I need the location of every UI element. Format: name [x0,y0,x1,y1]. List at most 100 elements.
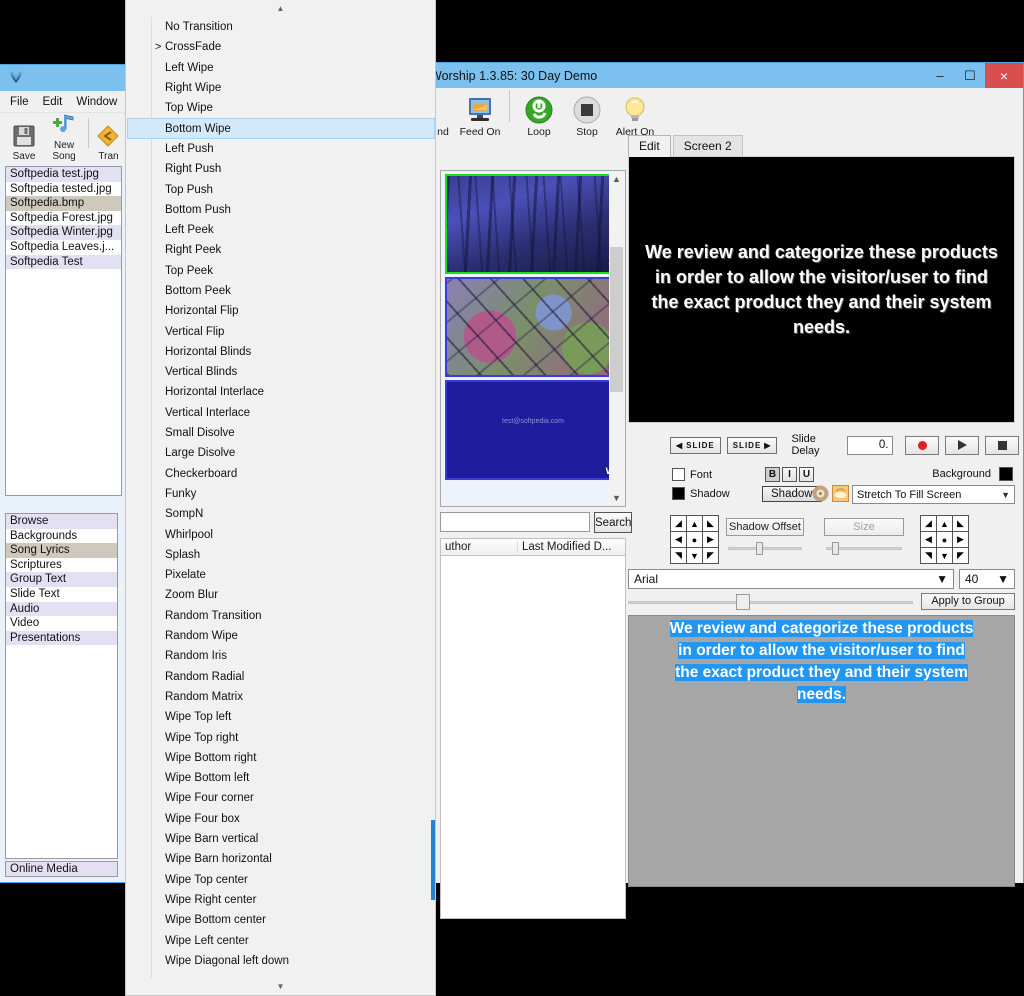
sidebar-item-video[interactable]: Video [6,616,117,631]
shadow-offset-slider[interactable] [728,541,802,555]
align-left[interactable]: ◀ [921,532,936,547]
list-item[interactable]: Softpedia Forest.jpg [6,211,121,226]
underline-button[interactable]: U [799,467,814,482]
menu-item-top-push[interactable]: Top Push [127,179,435,199]
size-button[interactable]: Size [824,518,904,536]
list-item[interactable]: 9 [445,277,621,377]
menu-item-bottom-peek[interactable]: Bottom Peek [127,281,435,301]
scroll-down-arrow-icon[interactable]: ▼ [612,491,621,505]
sidebar-item-backgrounds[interactable]: Backgrounds [6,529,117,544]
menu-item-bottom-push[interactable]: Bottom Push [127,200,435,220]
gradient-icon[interactable] [832,485,849,507]
menu-item-random-wipe[interactable]: Random Wipe [127,626,435,646]
menu-item-large-disolve[interactable]: Large Disolve [127,443,435,463]
slide-delay-input[interactable]: 0. [846,435,894,455]
font-size-select[interactable]: 40 ▼ [959,569,1015,589]
sidebar-item-song-lyrics[interactable]: Song Lyrics [6,543,117,558]
thumbnail-scrollbar[interactable]: ▲ ▼ [609,172,624,505]
italic-button[interactable]: I [782,467,797,482]
sidebar-item-group-text[interactable]: Group Text [6,572,117,587]
shadow-offset-button[interactable]: Shadow Offset [726,518,804,536]
align-top-left[interactable]: ◢ [921,516,936,531]
scroll-up-arrow-icon[interactable]: ▲ [126,0,435,17]
menu-item-random-iris[interactable]: Random Iris [127,646,435,666]
pad-top[interactable]: ▲ [687,516,702,531]
menu-item-wipe-top-center[interactable]: Wipe Top center [127,869,435,889]
slide-preview[interactable]: We review and categorize these products … [628,156,1015,423]
menu-item-checkerboard[interactable]: Checkerboard [127,464,435,484]
menu-item-wipe-four-box[interactable]: Wipe Four box [127,809,435,829]
fill-mode-select[interactable]: Stretch To Fill Screen ▼ [852,485,1015,504]
menu-item-wipe-diagonal-left-down[interactable]: Wipe Diagonal left down [127,951,435,971]
menu-item-bottom-wipe[interactable]: Bottom Wipe [127,118,435,139]
menu-item-top-peek[interactable]: Top Peek [127,261,435,281]
list-item[interactable]: Softpedia test.jpg [6,167,121,182]
stop-playback-button[interactable] [985,435,1019,455]
list-item[interactable]: Softpedia Test [6,254,121,270]
menu-item-sompn[interactable]: SompN [127,504,435,524]
menu-item-wipe-barn-horizontal[interactable]: Wipe Barn horizontal [127,849,435,869]
list-item[interactable]: Softpedia Winter.jpg [6,225,121,240]
menu-item-wipe-bottom-center[interactable]: Wipe Bottom center [127,910,435,930]
sidebar-item-browse[interactable]: Browse [6,514,117,529]
menu-item-right-peek[interactable]: Right Peek [127,240,435,260]
list-item[interactable]: Softpedia.bmp [6,196,121,211]
pad-left[interactable]: ◀ [671,532,686,547]
list-item[interactable]: Softpedia tested.jpg [6,182,121,197]
file-list[interactable]: Softpedia test.jpg Softpedia tested.jpg … [5,166,122,496]
media-list-body[interactable] [440,556,626,919]
menu-item-splash[interactable]: Splash [127,545,435,565]
align-center[interactable]: ● [937,532,952,547]
pad-center[interactable]: ● [687,532,702,547]
align-bottom[interactable]: ▼ [937,548,952,563]
menu-item-wipe-four-corner[interactable]: Wipe Four corner [127,788,435,808]
column-header-last-modified[interactable]: Last Modified D... [517,541,625,553]
sidebar-item-scriptures[interactable]: Scriptures [6,558,117,573]
pad-bottom-right[interactable]: ◤ [703,548,718,563]
previous-slide-button[interactable]: ◀ SLIDE [670,436,721,454]
align-top[interactable]: ▲ [937,516,952,531]
pad-right[interactable]: ▶ [703,532,718,547]
menu-item-wipe-barn-vertical[interactable]: Wipe Barn vertical [127,829,435,849]
align-top-right[interactable]: ◣ [953,516,968,531]
menu-item-vertical-interlace[interactable]: Vertical Interlace [127,403,435,423]
lyrics-text-editor[interactable]: We review and categorize these products … [628,615,1015,887]
bold-button[interactable]: B [765,467,780,482]
slider-knob[interactable] [736,593,750,610]
menu-item-right-wipe[interactable]: Right Wipe [127,78,435,98]
pad-bottom-left[interactable]: ◥ [671,548,686,563]
slider-knob[interactable] [832,542,839,555]
stop-button[interactable]: Stop [563,94,611,138]
online-media-button[interactable]: Online Media [5,861,118,877]
tab-edit[interactable]: Edit [628,135,671,157]
menu-item-wipe-right-center[interactable]: Wipe Right center [127,890,435,910]
slider-knob[interactable] [756,542,763,555]
transition-button[interactable]: Tran [95,121,122,162]
menu-item-horizontal-flip[interactable]: Horizontal Flip [127,301,435,321]
save-button[interactable]: Save [6,121,42,162]
font-family-select[interactable]: Arial ▼ [628,569,954,589]
menu-item-small-disolve[interactable]: Small Disolve [127,423,435,443]
pad-top-right[interactable]: ◣ [703,516,718,531]
menu-item-vertical-blinds[interactable]: Vertical Blinds [127,362,435,382]
align-bottom-left[interactable]: ◥ [921,548,936,563]
new-song-button[interactable]: New Song [46,110,82,162]
maximize-button[interactable]: ☐ [955,63,985,88]
align-bottom-right[interactable]: ◤ [953,548,968,563]
menu-item-no-transition[interactable]: No Transition [127,17,435,37]
pad-top-left[interactable]: ◢ [671,516,686,531]
shadow-color-swatch[interactable] [672,487,685,500]
menu-file[interactable]: File [10,96,29,108]
menu-item-wipe-top-right[interactable]: Wipe Top right [127,727,435,747]
menu-item-vertical-flip[interactable]: Vertical Flip [127,321,435,341]
scrollbar-thumb[interactable] [610,247,623,392]
tab-screen-2[interactable]: Screen 2 [672,135,743,156]
menu-item-left-push[interactable]: Left Push [127,139,435,159]
record-button[interactable] [905,435,940,455]
menu-item-top-wipe[interactable]: Top Wipe [127,98,435,118]
menu-item-random-transition[interactable]: Random Transition [127,606,435,626]
menu-item-pixelate[interactable]: Pixelate [127,565,435,585]
minimize-button[interactable]: – [925,63,955,88]
menu-item-funky[interactable]: Funky [127,484,435,504]
next-slide-button[interactable]: SLIDE ▶ [726,436,778,454]
